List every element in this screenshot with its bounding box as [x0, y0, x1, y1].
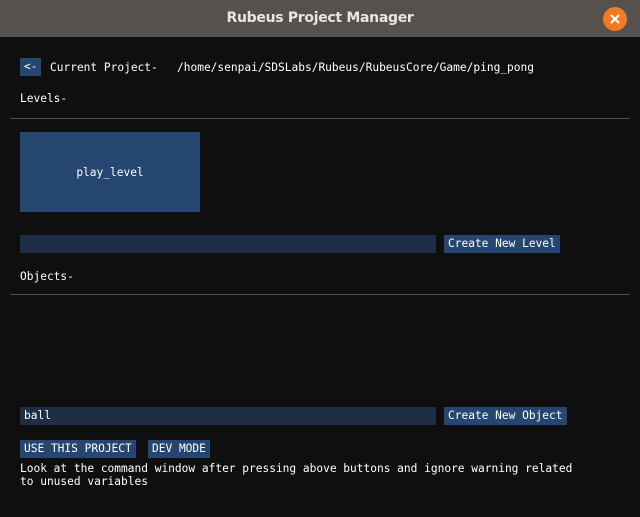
hint-line-2: to unused variables	[20, 475, 148, 488]
new-level-input[interactable]	[20, 235, 436, 253]
create-new-level-button[interactable]: Create New Level	[444, 235, 560, 253]
project-manager-panel: <- Current Project- /home/senpai/SDSLabs…	[0, 37, 640, 517]
current-project-label: Current Project-	[50, 61, 158, 74]
levels-heading: Levels-	[20, 92, 68, 105]
level-tile-play-level[interactable]: play_level	[20, 132, 200, 212]
window-title: Rubeus Project Manager	[226, 10, 414, 26]
objects-separator	[10, 294, 630, 295]
objects-heading: Objects-	[20, 270, 74, 283]
back-button[interactable]: <-	[20, 58, 42, 76]
create-new-object-button[interactable]: Create New Object	[444, 407, 567, 425]
close-icon	[610, 14, 620, 24]
use-this-project-button[interactable]: USE THIS PROJECT	[20, 440, 136, 458]
close-button[interactable]	[603, 7, 627, 31]
objects-list	[20, 301, 620, 401]
new-object-input[interactable]: ball	[20, 407, 436, 425]
level-tile-label: play_level	[76, 165, 144, 179]
title-bar: Rubeus Project Manager	[0, 0, 640, 37]
project-path: /home/senpai/SDSLabs/Rubeus/RubeusCore/G…	[177, 61, 534, 74]
dev-mode-button[interactable]: DEV MODE	[148, 440, 210, 458]
hint-line-1: Look at the command window after pressin…	[20, 462, 573, 475]
levels-separator	[10, 118, 630, 119]
